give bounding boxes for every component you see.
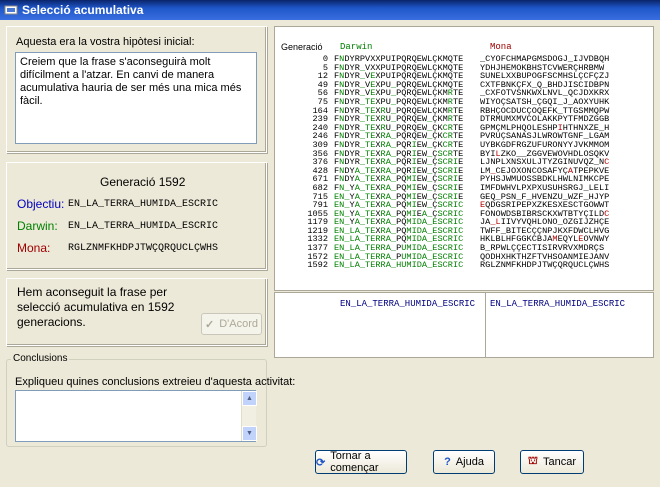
hypothesis-label: Aquesta era la vostra hipòtesi inicial:	[16, 36, 195, 48]
result-message: Hem aconseguit la frase per selecció acu…	[17, 285, 175, 329]
conclusions-prompt: Expliqueu quines conclusions extreieu d'…	[15, 376, 296, 388]
mona-cell: RGLZNMFKHDPJTWÇQRQUCLÇWHS	[480, 260, 610, 271]
help-button[interactable]: ? Ajuda	[433, 450, 495, 474]
darwin-cell: EN_LA_TERRA_HUMIDA_ESCRIC	[334, 260, 464, 271]
darwin-value: EN_LA_TERRA_HUMIDA_ESCRIC	[68, 221, 219, 232]
question-icon: ?	[444, 456, 451, 468]
objective-label: Objectiu:	[17, 197, 65, 211]
final-divider	[485, 292, 486, 358]
app-icon	[4, 3, 18, 17]
table-row: 1592 EN_LA_TERRA_HUMIDA_ESCRIC RGLZNMFKHDP…	[296, 261, 630, 270]
agree-button[interactable]: ✓ D'Acord	[201, 313, 262, 335]
header-generation: Generació	[281, 42, 323, 52]
final-objective: EN_LA_TERRA_HUMIDA_ESCRIC	[490, 299, 626, 309]
conclusions-group-label: Conclusions	[11, 353, 70, 364]
scroll-up-icon[interactable]: ▲	[242, 391, 257, 406]
generations-table: 0 FNDYRPVXXPUIPQRQEWLÇKMQTE _CYOFCHMAPGMSD…	[296, 55, 630, 270]
window-title: Selecció acumulativa	[22, 3, 144, 17]
help-button-label: Ajuda	[455, 456, 484, 468]
objective-value: EN_LA_TERRA_HUMIDA_ESCRIC	[68, 199, 219, 210]
title-bar[interactable]: Selecció acumulativa	[0, 0, 660, 20]
hypothesis-textarea[interactable]: Creiem que la frase s'aconseguirà molt d…	[15, 52, 257, 144]
close-button-label: Tancar	[543, 456, 577, 468]
door-icon: ⛫	[527, 455, 539, 467]
darwin-label: Darwin:	[17, 219, 58, 233]
scroll-down-icon[interactable]: ▼	[242, 426, 257, 441]
conclusions-scrollbar[interactable]: ▲ ▼	[241, 391, 257, 441]
header-mona: Mona	[490, 42, 512, 52]
generation-title: Generació 1592	[100, 175, 186, 189]
restart-button-label: Tornar a començar	[330, 450, 379, 474]
check-icon: ✓	[205, 318, 215, 331]
mona-value: RGLZNMFKHDPJTWÇQRQUCLÇWHS	[68, 243, 219, 254]
header-darwin: Darwin	[340, 42, 373, 52]
agree-button-label: D'Acord	[219, 318, 258, 330]
restart-icon: ⟳	[316, 456, 326, 469]
close-button[interactable]: ⛫ Tancar	[520, 450, 584, 474]
final-darwin: EN_LA_TERRA_HUMIDA_ESCRIC	[340, 299, 476, 309]
mona-label: Mona:	[17, 241, 51, 255]
conclusions-textarea[interactable]	[15, 390, 256, 442]
generation-cell: 1592	[307, 260, 328, 271]
restart-button[interactable]: ⟳ Tornar a començar	[315, 450, 407, 474]
